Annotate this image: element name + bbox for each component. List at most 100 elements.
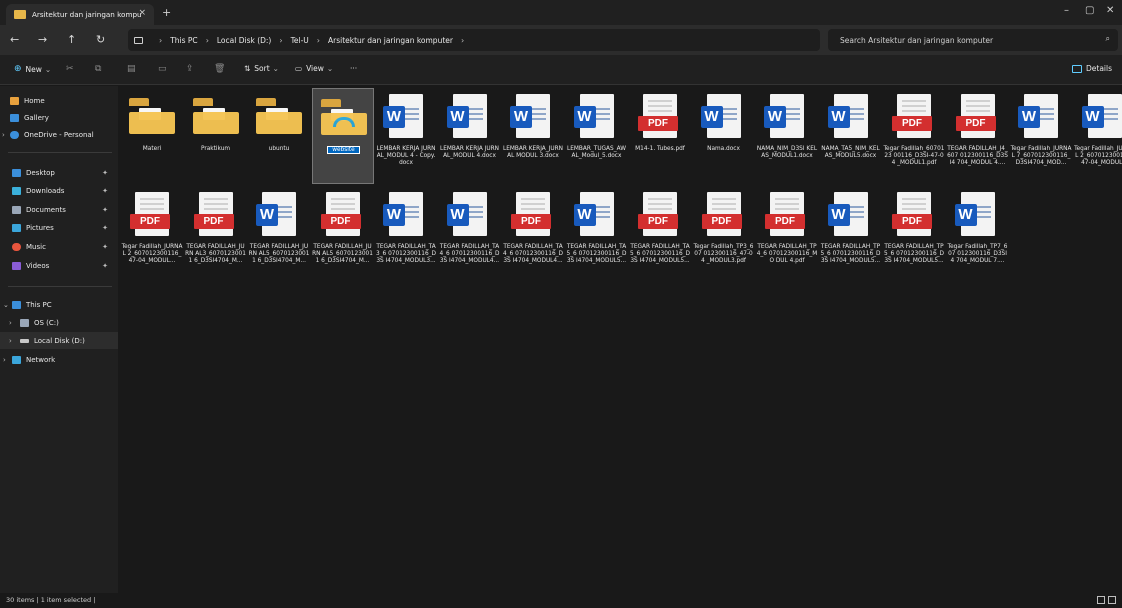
file-item[interactable]: W Tegar Fadillah_JURNAL 2_607012300116_ 4… — [1074, 88, 1122, 184]
sort-button[interactable]: ⇅ Sort ⌄ — [244, 64, 279, 73]
cut-icon: ✂ — [66, 64, 74, 74]
tiles-view-icon[interactable] — [1108, 596, 1116, 604]
tab-current[interactable]: Arsitektur dan jaringan kompu × — [6, 4, 154, 25]
file-item[interactable]: PDF TEGAR FADILLAH_TA4_6 07012300116_D3S … — [502, 186, 564, 282]
sidebar-item-this-pc[interactable]: ⌄ This PC — [0, 296, 118, 313]
forward-button[interactable]: → — [38, 33, 47, 46]
file-name-label: TEGAR FADILLAH_JURN AL5_60701230011 6_D3… — [312, 244, 373, 264]
file-item[interactable]: W TEGAR FADILLAH_TP5_6 07012300116_D3S I4… — [820, 186, 882, 282]
folder-item[interactable]: ubuntu — [248, 88, 310, 184]
maximize-button[interactable]: ▢ — [1085, 5, 1094, 16]
close-window-button[interactable]: ✕ — [1106, 5, 1114, 16]
sidebar-item-label: Videos — [26, 261, 50, 270]
chevron-down-icon[interactable]: ⌄ — [3, 301, 9, 309]
file-item[interactable]: PDF M14-1. Tubes.pdf — [629, 88, 691, 184]
delete-button[interactable]: 🗑 — [214, 64, 225, 74]
chevron-right-icon[interactable]: › — [3, 356, 6, 364]
file-item[interactable]: W Tegar Fadillah_TP7_607 012300116_D3SI4 … — [947, 186, 1009, 282]
close-tab-icon[interactable]: × — [138, 8, 146, 18]
chevron-right-icon[interactable]: › — [9, 319, 12, 327]
breadcrumb-this-pc[interactable]: This PC — [170, 36, 197, 45]
sidebar-item-home[interactable]: Home — [0, 92, 118, 109]
breadcrumb-tel-u[interactable]: Tel-U — [291, 36, 309, 45]
file-item[interactable]: W NAMA_TA5_NIM_KELAS_MODUL5.docx — [820, 88, 882, 184]
pdf-document-icon: PDF — [130, 192, 170, 236]
word-document-icon: W — [573, 94, 614, 138]
file-name-label: Tegar Fadillah_JURNAL 7_607012300116_ D3… — [1010, 146, 1072, 166]
details-button[interactable]: Details — [1071, 64, 1112, 73]
sidebar-item-music[interactable]: Music ✦ — [0, 238, 118, 255]
search-icon[interactable]: ⌕ — [1106, 34, 1110, 44]
file-item[interactable]: W Tegar Fadillah_JURNAL 7_607012300116_ D… — [1010, 88, 1072, 184]
sidebar-item-pictures[interactable]: Pictures ✦ — [0, 219, 118, 236]
breadcrumb[interactable]: › This PC › Local Disk (D:) › Tel-U › Ar… — [128, 29, 820, 51]
new-tab-button[interactable]: + — [162, 6, 171, 19]
sort-icon: ⇅ — [244, 64, 251, 73]
status-bar: 30 items | 1 item selected | — [0, 593, 1122, 608]
copy-button[interactable]: ⧉ — [95, 64, 101, 74]
file-item[interactable]: W TEGAR FADILLAH_TA5_6 07012300116_D3S I4… — [566, 186, 628, 282]
file-item[interactable]: PDF Tegar Fadillah_JURNAL 2_607012300116_… — [121, 186, 183, 282]
file-item[interactable]: PDF TEGAR FADILLAH_J4_607 012300116_D3SI4… — [947, 88, 1009, 184]
file-item[interactable]: W LEMBAR KERJA_JURNAL MODUL 3.docx — [502, 88, 564, 184]
file-item[interactable]: PDF TEGAR FADILLAH_TP4_6 07012300116_MO D… — [756, 186, 818, 282]
refresh-button[interactable]: ↻ — [96, 33, 105, 46]
file-item[interactable]: W TEGAR FADILLAH_TA4_6 07012300116_D3S I4… — [439, 186, 501, 282]
file-item[interactable]: W LEMBAR KERJA JURNAL_MODUL 4 - Copy.docx — [375, 88, 437, 184]
file-item[interactable]: PDF Tegar Fadillah_6070123 00116_D3SI-47-… — [883, 88, 945, 184]
file-item[interactable]: PDF Tegar Fadillah_TP3_607 012300116_47-0… — [693, 186, 755, 282]
file-item[interactable]: W NAMA_NIM_D3SI KELAS_MODUL1.docx — [756, 88, 818, 184]
file-item[interactable]: PDF TEGAR FADILLAH_TP5_6 07012300116_D3S … — [883, 186, 945, 282]
file-item[interactable]: PDF TEGAR FADILLAH_JURN AL5_60701230011 6… — [312, 186, 374, 282]
file-name-label: Nama.docx — [707, 146, 740, 152]
up-button[interactable]: ↑ — [67, 33, 76, 46]
details-view-icon[interactable] — [1097, 596, 1105, 604]
view-button[interactable]: ▭ View ⌄ — [295, 64, 333, 73]
folder-item[interactable]: website — [311, 88, 374, 184]
file-item[interactable]: W TEGAR FADILLAH_JURN AL5_60701230011 6_D… — [248, 186, 310, 282]
file-list: Materi Praktikum ubuntu website W LEMBAR KERJ… — [118, 86, 1122, 593]
file-item[interactable]: PDF TEGAR FADILLAH_TA5_6 07012300116_D3S … — [629, 186, 691, 282]
sidebar-item-downloads[interactable]: Downloads ✦ — [0, 182, 118, 199]
sidebar-item-os-c[interactable]: › OS (C:) — [0, 314, 118, 331]
address-bar: ← → ↑ ↻ › This PC › Local Disk (D:) › Te… — [0, 25, 1122, 55]
share-button[interactable]: ⇪ — [186, 64, 194, 74]
new-button[interactable]: ⊕ New ⌄ — [14, 64, 51, 74]
sidebar-item-local-disk-d[interactable]: › Local Disk (D:) — [0, 332, 118, 349]
chevron-right-icon[interactable]: › — [461, 36, 464, 45]
more-options-button[interactable]: ··· — [350, 64, 357, 73]
sidebar-item-gallery[interactable]: Gallery — [0, 109, 118, 126]
sidebar-item-documents[interactable]: Documents ✦ — [0, 201, 118, 218]
breadcrumb-local-disk[interactable]: Local Disk (D:) — [217, 36, 271, 45]
file-item[interactable]: W Nama.docx — [693, 88, 755, 184]
back-button[interactable]: ← — [10, 33, 19, 46]
sidebar-item-videos[interactable]: Videos ✦ — [0, 257, 118, 274]
file-name-label: TEGAR FADILLAH_TP4_6 07012300116_MO DUL … — [756, 244, 818, 264]
file-item[interactable]: W LEMBAR_TUGAS_AWAL_Modul_5.docx — [566, 88, 628, 184]
file-item[interactable]: W TEGAR FADILLAH_TA3_6 07012300116_D3S I4… — [375, 186, 437, 282]
word-document-icon: W — [1081, 94, 1122, 138]
sidebar-item-onedrive[interactable]: › OneDrive - Personal — [0, 126, 118, 143]
breadcrumb-current-folder[interactable]: Arsitektur dan jaringan komputer — [328, 36, 453, 45]
sidebar-item-desktop[interactable]: Desktop ✦ — [0, 164, 118, 181]
word-document-icon: W — [573, 192, 614, 236]
rename-button[interactable]: ▭ — [158, 64, 167, 74]
search-input[interactable]: Search Arsitektur dan jaringan komputer … — [828, 29, 1118, 51]
file-item[interactable]: W LEMBAR KERJA JURNAL_MODUL 4.docx — [439, 88, 501, 184]
paste-button[interactable]: ▤ — [127, 64, 136, 74]
minimize-button[interactable]: – — [1064, 5, 1069, 16]
sidebar-item-network[interactable]: › Network — [0, 351, 118, 368]
file-name-label: TEGAR FADILLAH_TA4_6 07012300116_D3S I47… — [439, 244, 500, 264]
folder-item[interactable]: Materi — [121, 88, 183, 184]
network-icon — [12, 355, 21, 364]
word-document-icon: W — [256, 192, 296, 236]
chevron-right-icon[interactable]: › — [2, 131, 5, 139]
pdf-document-icon: PDF — [511, 192, 551, 236]
navigation-pane: Home Gallery › OneDrive - Personal Deskt… — [0, 86, 118, 593]
folder-item[interactable]: Praktikum — [185, 88, 247, 184]
folder-icon — [14, 10, 26, 19]
file-item[interactable]: PDF TEGAR FADILLAH_JURN AL3_60701230011 6… — [185, 186, 247, 282]
videos-icon — [12, 261, 21, 270]
chevron-right-icon[interactable]: › — [9, 337, 12, 345]
cut-button[interactable]: ✂ — [66, 64, 74, 74]
